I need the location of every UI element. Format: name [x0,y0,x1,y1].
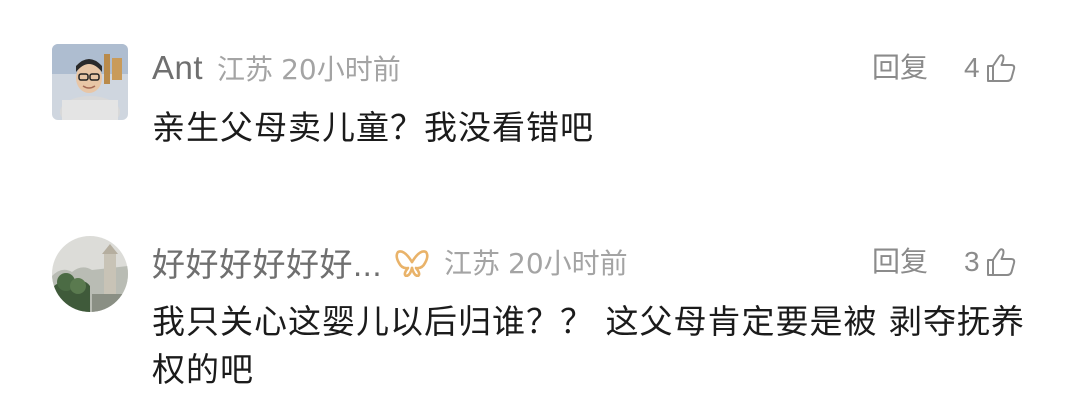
timestamp: 20小时前 [281,53,401,86]
username[interactable]: 好好好好好好... [152,238,382,286]
like-count: 3 [964,246,980,277]
location-text: 江苏 [217,53,274,86]
comment-meta: 好好好好好好... 江苏 20小时前 [152,240,628,284]
username[interactable]: Ant [152,49,203,87]
comment-text: 亲生父母卖儿童？我没看错吧 [152,108,594,147]
reply-button[interactable]: 回复 [872,240,928,284]
like-button[interactable]: 3 [964,240,1018,284]
avatar[interactable] [52,236,128,312]
avatar[interactable] [52,44,128,120]
like-count: 4 [964,52,980,83]
comment-text: 我只关心这婴儿以后归谁？？ 这父母肯定要是被 剥夺抚养权的吧 [152,302,1025,389]
thumbs-up-icon [986,54,1015,82]
butterfly-badge-icon [395,250,429,277]
location-text: 江苏 [444,247,501,280]
comment-item: Ant 江苏 20小时前 回复 4 亲生父母卖儿童？我没看错吧 [0,0,1080,200]
user-photo-avatar-icon [52,44,128,120]
like-button[interactable]: 4 [964,46,1018,90]
landscape-avatar-icon [52,236,128,312]
timestamp: 20小时前 [508,247,628,280]
comment-item: 好好好好好好... 江苏 20小时前 回复 3 我只关心这婴儿以后归谁？？ 这父… [0,200,1080,413]
reply-button[interactable]: 回复 [872,46,928,90]
thumbs-up-icon [986,248,1015,276]
comment-meta: Ant 江苏 20小时前 [152,46,401,90]
